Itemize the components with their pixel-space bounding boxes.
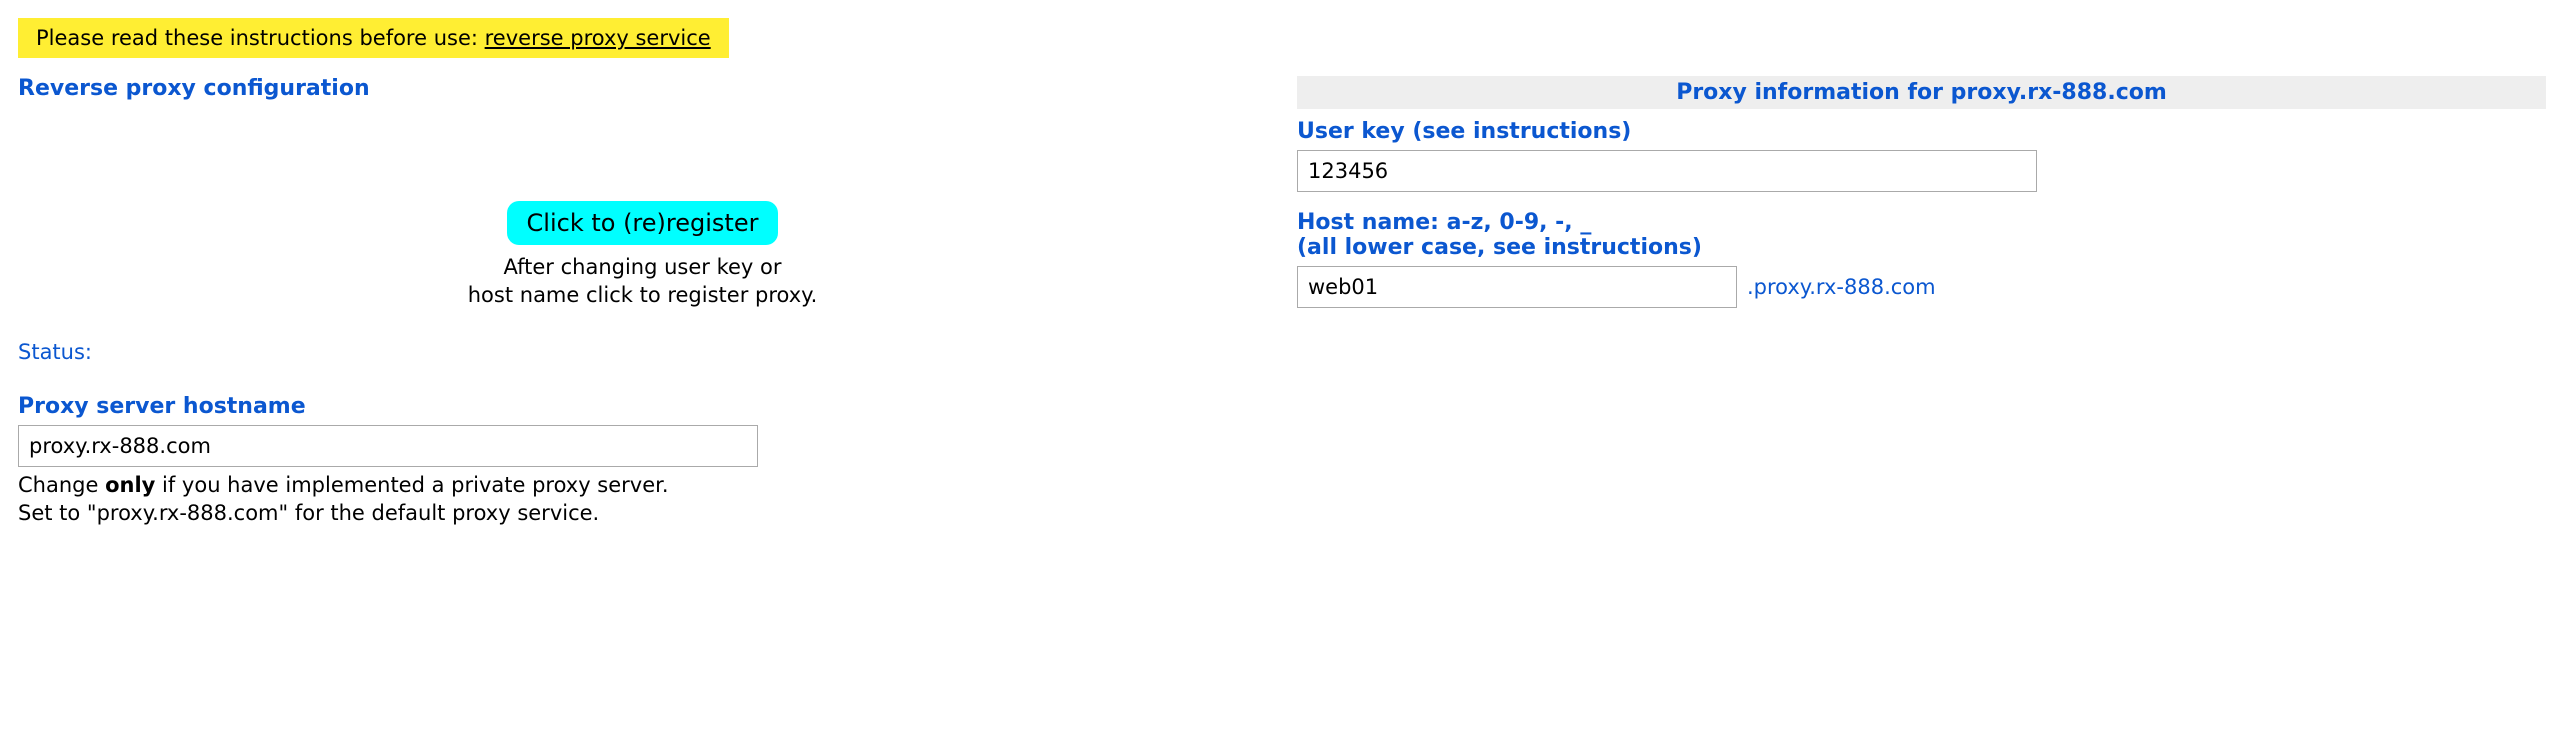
user-key-input[interactable] xyxy=(1297,150,2037,192)
instructions-banner: Please read these instructions before us… xyxy=(18,18,729,58)
register-note-line2: host name click to register proxy. xyxy=(468,283,818,307)
register-note-line1: After changing user key or xyxy=(503,255,781,279)
proxy-server-hostname-input[interactable] xyxy=(18,425,758,467)
banner-prefix: Please read these instructions before us… xyxy=(36,26,485,50)
host-name-label-line1: Host name: a-z, 0-9, -, _ xyxy=(1297,210,1591,235)
proxy-help-bold: only xyxy=(105,473,155,497)
register-note: After changing user key or host name cli… xyxy=(18,253,1267,310)
host-name-label: Host name: a-z, 0-9, -, _ (all lower cas… xyxy=(1297,210,2546,260)
proxy-server-hostname-title: Proxy server hostname xyxy=(18,394,1267,419)
proxy-help-prefix: Change xyxy=(18,473,105,497)
register-button[interactable]: Click to (re)register xyxy=(507,201,779,245)
user-key-label: User key (see instructions) xyxy=(1297,119,2546,144)
host-name-input[interactable] xyxy=(1297,266,1737,308)
proxy-info-header: Proxy information for proxy.rx-888.com xyxy=(1297,76,2546,109)
proxy-help-line2: Set to "proxy.rx-888.com" for the defaul… xyxy=(18,501,599,525)
proxy-help-suffix: if you have implemented a private proxy … xyxy=(155,473,668,497)
host-name-suffix: .proxy.rx-888.com xyxy=(1747,275,1936,299)
status-label: Status: xyxy=(18,340,1267,364)
reverse-proxy-config-title: Reverse proxy configuration xyxy=(18,76,1267,101)
instructions-link[interactable]: reverse proxy service xyxy=(485,26,711,50)
proxy-server-help: Change only if you have implemented a pr… xyxy=(18,471,1267,528)
host-name-label-line2: (all lower case, see instructions) xyxy=(1297,235,1702,260)
